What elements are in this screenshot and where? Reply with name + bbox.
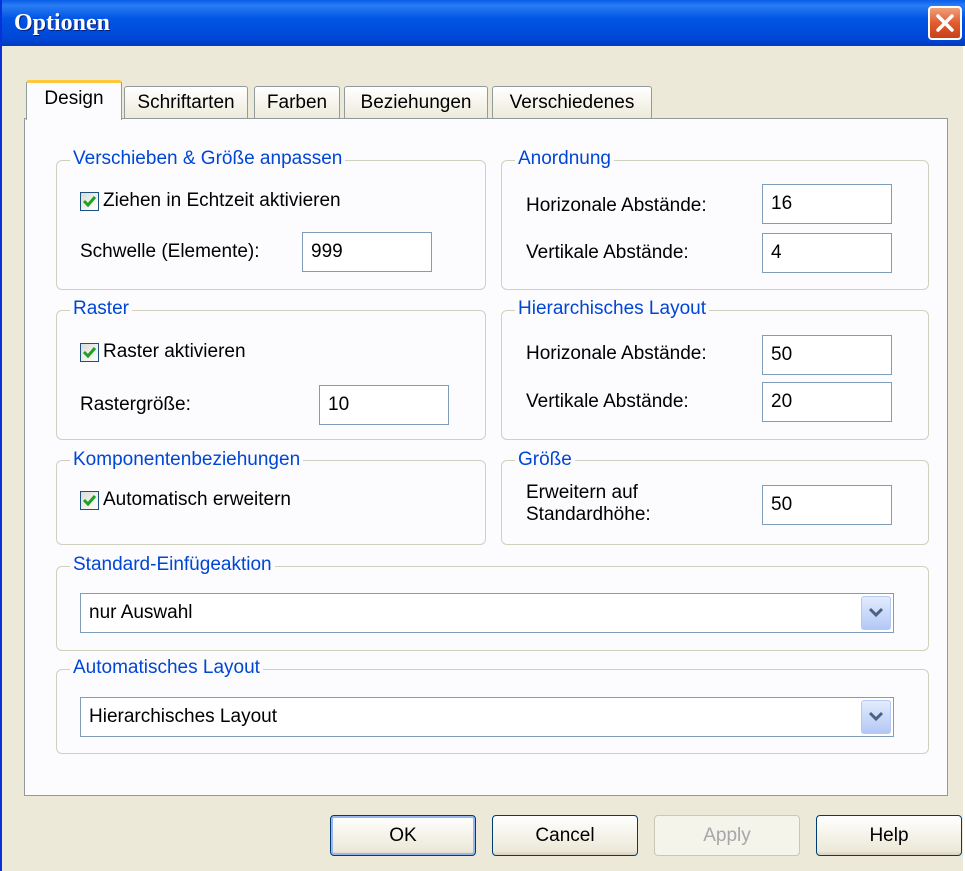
threshold-input[interactable]: 999 — [302, 232, 432, 272]
default-insert-value: nur Auswahl — [89, 602, 193, 623]
realtime-drag-label: Ziehen in Echtzeit aktivieren — [103, 190, 341, 211]
close-icon — [936, 14, 954, 32]
auto-layout-select[interactable]: Hierarchisches Layout — [80, 697, 894, 737]
hierarchical-vertical-label: Vertikale Abstände: — [526, 391, 689, 412]
hierarchical-vertical-input[interactable]: 20 — [762, 382, 892, 422]
checkmark-icon — [82, 196, 97, 208]
hierarchical-layout-legend: Hierarchisches Layout — [515, 298, 709, 320]
checkmark-icon — [82, 495, 97, 507]
grid-legend: Raster — [70, 298, 132, 320]
close-button[interactable] — [928, 6, 962, 40]
options-dialog: Optionen Schriftarten Farben Beziehungen… — [0, 0, 965, 871]
arrangement-legend: Anordnung — [515, 148, 614, 170]
size-expand-input[interactable]: 50 — [762, 485, 892, 525]
dropdown-arrow-button[interactable] — [861, 596, 891, 630]
arrangement-horizontal-input[interactable]: 16 — [762, 184, 892, 224]
default-insert-select[interactable]: nur Auswahl — [80, 593, 894, 633]
auto-layout-legend: Automatisches Layout — [70, 657, 263, 679]
chevron-down-icon — [868, 607, 884, 618]
arrangement-vertical-label: Vertikale Abstände: — [526, 242, 689, 263]
default-insert-legend: Standard-Einfügeaktion — [70, 554, 275, 576]
apply-button[interactable]: Apply — [654, 815, 800, 856]
grid-enable-checkbox[interactable] — [80, 343, 99, 362]
grid-enable-label: Raster aktivieren — [103, 341, 246, 362]
cancel-button[interactable]: Cancel — [492, 815, 638, 856]
tab-verschiedenes[interactable]: Verschiedenes — [492, 86, 652, 120]
tab-schriftarten[interactable]: Schriftarten — [124, 86, 248, 120]
size-expand-label: Erweitern auf Standardhöhe: — [526, 482, 651, 525]
hierarchical-horizontal-input[interactable]: 50 — [762, 335, 892, 375]
dropdown-arrow-button[interactable] — [861, 700, 891, 734]
title-bar[interactable]: Optionen — [2, 0, 965, 46]
ok-button[interactable]: OK — [330, 815, 476, 856]
tab-design[interactable]: Design — [26, 80, 122, 120]
auto-expand-checkbox[interactable] — [80, 491, 99, 510]
tab-farben[interactable]: Farben — [254, 86, 340, 120]
grid-size-label: Rastergröße: — [80, 394, 191, 415]
help-button[interactable]: Help — [816, 815, 962, 856]
arrangement-vertical-input[interactable]: 4 — [762, 233, 892, 273]
realtime-drag-checkbox[interactable] — [80, 192, 99, 211]
grid-size-input[interactable]: 10 — [319, 385, 449, 425]
auto-layout-value: Hierarchisches Layout — [89, 706, 277, 727]
checkmark-icon — [82, 347, 97, 359]
auto-expand-label: Automatisch erweitern — [103, 489, 291, 510]
window-title: Optionen — [14, 10, 111, 36]
move-resize-legend: Verschieben & Größe anpassen — [70, 148, 346, 170]
tab-beziehungen[interactable]: Beziehungen — [344, 86, 488, 120]
arrangement-horizontal-label: Horizonale Abstände: — [526, 195, 707, 216]
component-relations-legend: Komponentenbeziehungen — [70, 449, 304, 471]
hierarchical-horizontal-label: Horizonale Abstände: — [526, 343, 707, 364]
threshold-label: Schwelle (Elemente): — [80, 241, 260, 262]
chevron-down-icon — [868, 711, 884, 722]
size-legend: Größe — [515, 449, 575, 471]
